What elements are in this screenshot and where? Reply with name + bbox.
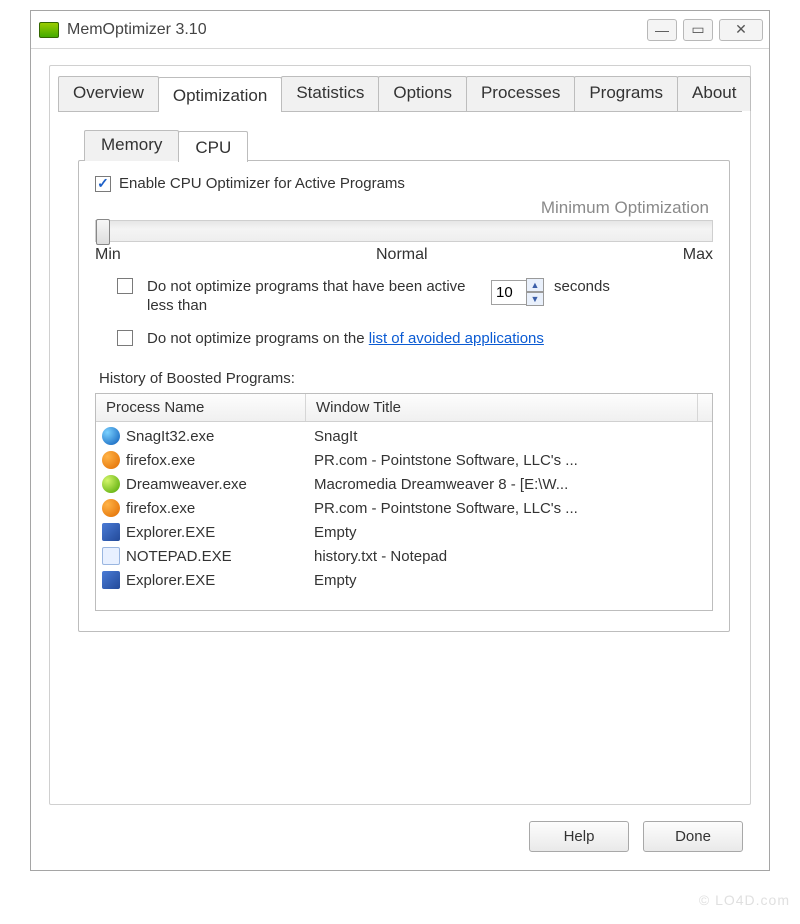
column-window-title[interactable]: Window Title <box>306 394 698 421</box>
window-title-cell: SnagIt <box>314 428 706 445</box>
process-name: firefox.exe <box>126 500 314 517</box>
program-icon <box>102 571 120 589</box>
history-listview[interactable]: Process Name Window Title SnagIt32.exeSn… <box>95 393 713 611</box>
outer-frame: OverviewOptimizationStatisticsOptionsPro… <box>49 65 751 805</box>
close-button[interactable]: ✕ <box>719 19 763 41</box>
program-icon <box>102 499 120 517</box>
spinner-up[interactable]: ▲ <box>526 278 544 292</box>
seconds-spinner: ▲ ▼ <box>491 278 544 306</box>
slider-thumb[interactable] <box>96 219 110 245</box>
optimization-slider[interactable] <box>95 220 713 242</box>
window-title-cell: history.txt - Notepad <box>314 548 706 565</box>
window-title-cell: Empty <box>314 524 706 541</box>
cpu-panel: Enable CPU Optimizer for Active Programs… <box>78 160 730 632</box>
app-icon <box>39 22 59 38</box>
avoided-applications-link[interactable]: list of avoided applications <box>369 330 544 347</box>
slider-min-label: Min <box>95 246 121 264</box>
avoided-list-row: Do not optimize programs on the list of … <box>117 330 713 349</box>
optimization-level-text: Minimum Optimization <box>95 198 709 218</box>
table-row[interactable]: Explorer.EXEEmpty <box>96 520 712 544</box>
table-row[interactable]: SnagIt32.exeSnagIt <box>96 424 712 448</box>
process-name: Explorer.EXE <box>126 572 314 589</box>
process-name: Explorer.EXE <box>126 524 314 541</box>
watermark: © LO4D.com <box>699 892 790 908</box>
process-name: firefox.exe <box>126 452 314 469</box>
help-button[interactable]: Help <box>529 821 629 852</box>
slider-labels: Min Normal Max <box>95 246 713 264</box>
window-title-cell: PR.com - Pointstone Software, LLC's ... <box>314 452 706 469</box>
program-icon <box>102 427 120 445</box>
client-area: OverviewOptimizationStatisticsOptionsPro… <box>31 49 769 870</box>
table-row[interactable]: NOTEPAD.EXEhistory.txt - Notepad <box>96 544 712 568</box>
table-row[interactable]: firefox.exePR.com - Pointstone Software,… <box>96 496 712 520</box>
window-title: MemOptimizer 3.10 <box>67 21 207 39</box>
window-title-cell: Macromedia Dreamweaver 8 - [E:\W... <box>314 476 706 493</box>
history-label: History of Boosted Programs: <box>99 370 713 387</box>
table-row[interactable]: Explorer.EXEEmpty <box>96 568 712 592</box>
avoided-list-checkbox[interactable] <box>117 330 133 346</box>
seconds-unit: seconds <box>554 278 610 295</box>
listview-header[interactable]: Process Name Window Title <box>96 394 712 422</box>
program-icon <box>102 547 120 565</box>
app-window: MemOptimizer 3.10 — ▭ ✕ OverviewOptimiza… <box>30 10 770 871</box>
done-button[interactable]: Done <box>643 821 743 852</box>
tab-optimization[interactable]: Optimization <box>158 77 282 112</box>
titlebar[interactable]: MemOptimizer 3.10 — ▭ ✕ <box>31 11 769 49</box>
maximize-button[interactable]: ▭ <box>683 19 713 41</box>
tab-statistics[interactable]: Statistics <box>281 76 379 111</box>
spinner-down[interactable]: ▼ <box>526 292 544 306</box>
tab-about[interactable]: About <box>677 76 751 111</box>
avoided-list-label: Do not optimize programs on the list of … <box>147 330 544 349</box>
enable-cpu-checkbox[interactable] <box>95 176 111 192</box>
tab-processes[interactable]: Processes <box>466 76 575 111</box>
tab-options[interactable]: Options <box>378 76 467 111</box>
active-threshold-checkbox[interactable] <box>117 278 133 294</box>
tab-programs[interactable]: Programs <box>574 76 678 111</box>
program-icon <box>102 451 120 469</box>
listview-body: SnagIt32.exeSnagItfirefox.exePR.com - Po… <box>96 422 712 610</box>
window-title-cell: Empty <box>314 572 706 589</box>
table-row[interactable]: firefox.exePR.com - Pointstone Software,… <box>96 448 712 472</box>
seconds-input[interactable] <box>491 280 527 305</box>
program-icon <box>102 475 120 493</box>
process-name: Dreamweaver.exe <box>126 476 314 493</box>
window-controls: — ▭ ✕ <box>647 19 763 41</box>
enable-cpu-row: Enable CPU Optimizer for Active Programs <box>95 175 713 192</box>
tab-overview[interactable]: Overview <box>58 76 159 111</box>
table-row[interactable]: Dreamweaver.exeMacromedia Dreamweaver 8 … <box>96 472 712 496</box>
enable-cpu-label: Enable CPU Optimizer for Active Programs <box>119 175 405 192</box>
minimize-button[interactable]: — <box>647 19 677 41</box>
column-process-name[interactable]: Process Name <box>96 394 306 421</box>
active-threshold-label: Do not optimize programs that have been … <box>147 278 477 316</box>
optimization-panel: MemoryCPU Enable CPU Optimizer for Activ… <box>50 112 750 632</box>
subtab-cpu[interactable]: CPU <box>178 131 248 162</box>
active-threshold-row: Do not optimize programs that have been … <box>117 278 713 316</box>
slider-mid-label: Normal <box>376 246 428 264</box>
main-tabs: OverviewOptimizationStatisticsOptionsPro… <box>50 66 750 111</box>
slider-max-label: Max <box>683 246 713 264</box>
process-name: NOTEPAD.EXE <box>126 548 314 565</box>
sub-tabs: MemoryCPU <box>84 130 730 161</box>
dialog-buttons: Help Done <box>49 821 743 852</box>
process-name: SnagIt32.exe <box>126 428 314 445</box>
window-title-cell: PR.com - Pointstone Software, LLC's ... <box>314 500 706 517</box>
program-icon <box>102 523 120 541</box>
subtab-memory[interactable]: Memory <box>84 130 179 161</box>
